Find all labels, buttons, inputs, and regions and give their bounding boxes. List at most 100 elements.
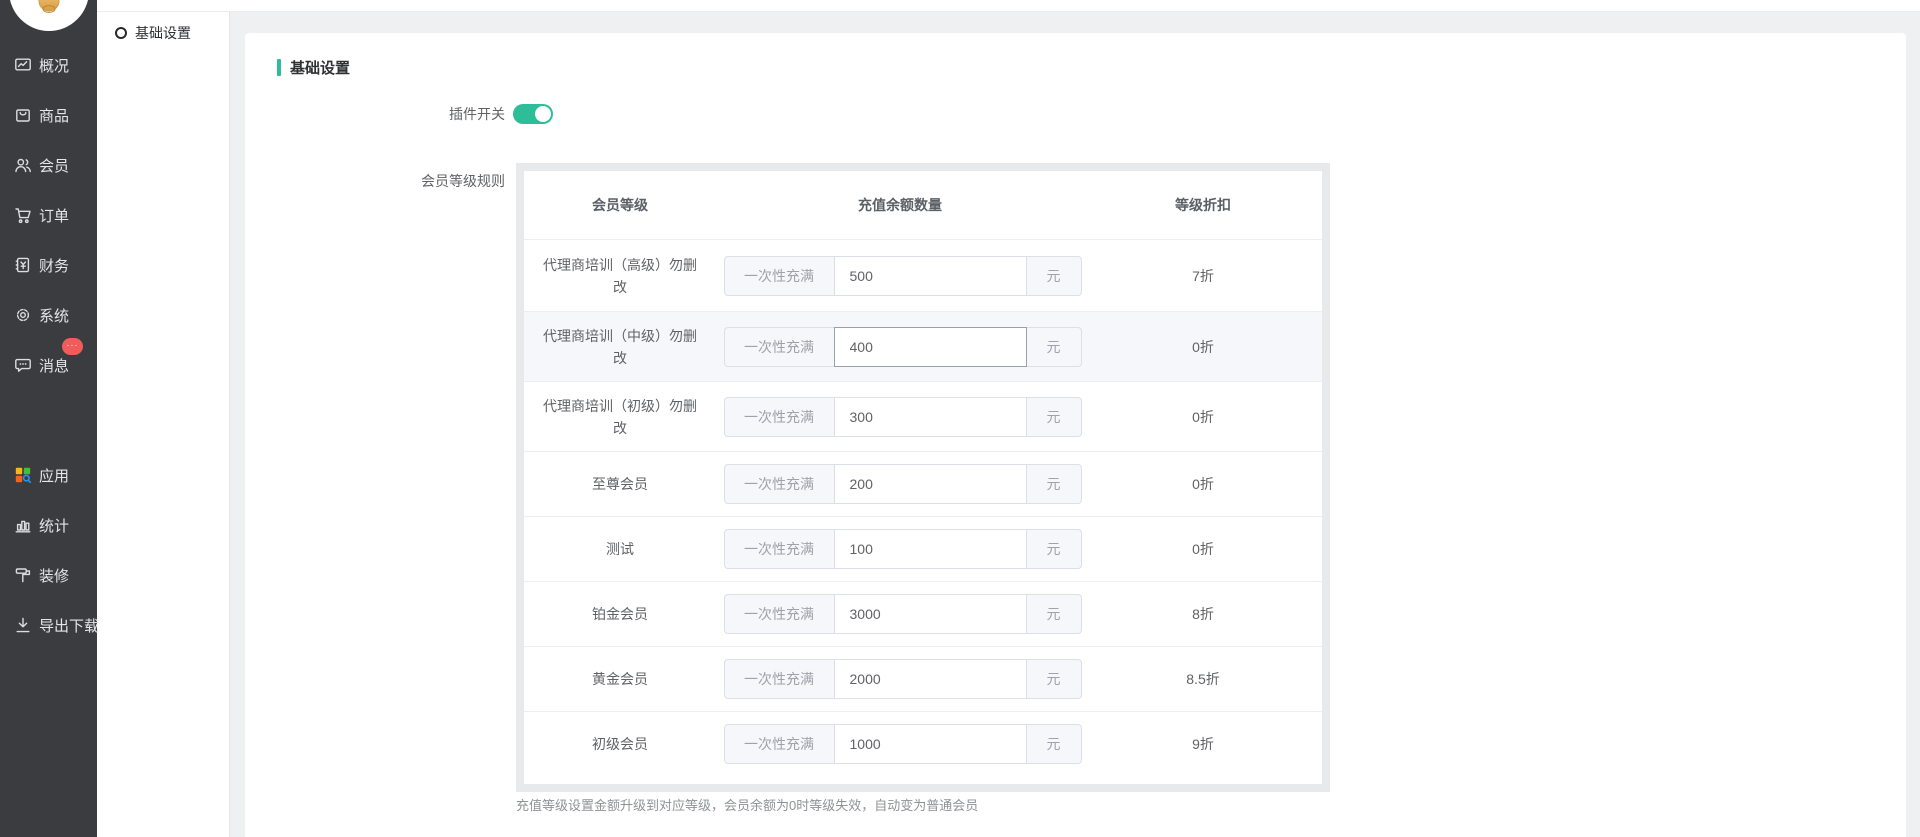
sidebar-item-apps[interactable]: 应用 xyxy=(13,463,69,487)
level-cell: 代理商培训（初级）勿删改 xyxy=(524,382,716,451)
discount-cell: 0折 xyxy=(1084,517,1322,581)
input-append: 元 xyxy=(1027,659,1082,699)
sidebar-item-message[interactable]: 消息··· xyxy=(13,353,69,377)
amount-input-group: 一次性充满 元 xyxy=(724,529,1082,569)
overview-icon xyxy=(13,55,33,75)
sidebar-item-basic-settings[interactable]: 基础设置 xyxy=(115,21,191,45)
sidebar-item-label: 消息 xyxy=(39,355,69,376)
avatar[interactable] xyxy=(9,0,89,31)
amount-input-group: 一次性充满 元 xyxy=(724,724,1082,764)
amount-input-group: 一次性充满 元 xyxy=(724,397,1082,437)
input-prepend: 一次性充满 xyxy=(724,464,834,504)
header-recharge-amount: 充值余额数量 xyxy=(716,171,1084,239)
table-row: 测试 一次性充满 元 0折 xyxy=(524,516,1322,581)
sidebar-item-label: 订单 xyxy=(39,205,69,226)
amount-input[interactable] xyxy=(834,594,1027,634)
header-level-discount: 等级折扣 xyxy=(1084,171,1322,239)
input-prepend: 一次性充满 xyxy=(724,397,834,437)
amount-input[interactable] xyxy=(834,397,1027,437)
amount-input[interactable] xyxy=(834,659,1027,699)
discount-cell: 0折 xyxy=(1084,312,1322,381)
discount-cell: 0折 xyxy=(1084,382,1322,451)
input-append: 元 xyxy=(1027,724,1082,764)
stats-icon xyxy=(13,515,33,535)
level-cell: 初级会员 xyxy=(524,712,716,776)
input-append: 元 xyxy=(1027,327,1082,367)
header-member-level: 会员等级 xyxy=(524,171,716,239)
level-cell: 代理商培训（高级）勿删改 xyxy=(524,240,716,311)
discount-cell: 8.5折 xyxy=(1084,647,1322,711)
top-bar xyxy=(97,0,1920,12)
amount-input-group: 一次性充满 元 xyxy=(724,464,1082,504)
radio-circle-icon xyxy=(115,27,127,39)
main-sidebar: 概况商品会员订单财务系统消息··· 应用统计装修导出下载 xyxy=(0,0,97,837)
level-cell: 铂金会员 xyxy=(524,582,716,646)
amount-input[interactable] xyxy=(834,724,1027,764)
sidebar-item-export[interactable]: 导出下载 xyxy=(13,613,99,637)
amount-input[interactable] xyxy=(834,529,1027,569)
table-row: 代理商培训（中级）勿删改 一次性充满 元 0折 xyxy=(524,311,1322,381)
table-row: 初级会员 一次性充满 元 9折 xyxy=(524,711,1322,776)
discount-cell: 7折 xyxy=(1084,240,1322,311)
level-table-wrapper: 会员等级 充值余额数量 等级折扣 代理商培训（高级）勿删改 一次性充满 元 7折… xyxy=(516,163,1330,792)
goods-icon xyxy=(13,105,33,125)
sidebar-item-member[interactable]: 会员 xyxy=(13,153,69,177)
apps-icon xyxy=(13,465,33,485)
level-table: 会员等级 充值余额数量 等级折扣 代理商培训（高级）勿删改 一次性充满 元 7折… xyxy=(524,171,1322,784)
sidebar-item-system[interactable]: 系统 xyxy=(13,303,69,327)
sidebar-item-overview[interactable]: 概况 xyxy=(13,53,69,77)
sidebar-item-finance[interactable]: 财务 xyxy=(13,253,69,277)
table-body: 代理商培训（高级）勿删改 一次性充满 元 7折 代理商培训（中级）勿删改 一次性… xyxy=(524,239,1322,776)
gear-icon xyxy=(13,305,33,325)
input-prepend: 一次性充满 xyxy=(724,327,834,367)
footer-note: 充值等级设置金额升级到对应等级，会员余额为0时等级失效，自动变为普通会员 xyxy=(516,795,978,814)
content-area: 基础设置 插件开关 会员等级规则 会员等级 充值余额数量 等级折扣 代理商培训（… xyxy=(230,12,1920,837)
sidebar-item-label: 概况 xyxy=(39,55,69,76)
bottle-image xyxy=(36,0,62,21)
sidebar-item-label: 系统 xyxy=(39,305,69,326)
input-append: 元 xyxy=(1027,464,1082,504)
download-icon xyxy=(13,615,33,635)
sidebar-item-label: 应用 xyxy=(39,465,69,486)
cart-icon xyxy=(13,205,33,225)
input-append: 元 xyxy=(1027,594,1082,634)
input-prepend: 一次性充满 xyxy=(724,724,834,764)
amount-input[interactable] xyxy=(834,327,1027,367)
plugin-switch-toggle[interactable] xyxy=(513,104,553,124)
sidebar-item-order[interactable]: 订单 xyxy=(13,203,69,227)
title-accent-bar xyxy=(277,59,281,76)
sidebar-item-decorate[interactable]: 装修 xyxy=(13,563,69,587)
amount-input-group: 一次性充满 元 xyxy=(724,659,1082,699)
paint-roller-icon xyxy=(13,565,33,585)
sidebar-item-stats[interactable]: 统计 xyxy=(13,513,69,537)
sidebar-item-label: 会员 xyxy=(39,155,69,176)
sidebar-item-goods[interactable]: 商品 xyxy=(13,103,69,127)
input-append: 元 xyxy=(1027,529,1082,569)
toggle-knob xyxy=(535,106,551,122)
input-prepend: 一次性充满 xyxy=(724,529,834,569)
plugin-switch-label: 插件开关 xyxy=(245,104,505,124)
table-header-row: 会员等级 充值余额数量 等级折扣 xyxy=(524,171,1322,239)
input-append: 元 xyxy=(1027,256,1082,296)
sidebar-item-label: 导出下载 xyxy=(39,615,99,636)
amount-input[interactable] xyxy=(834,256,1027,296)
finance-icon xyxy=(13,255,33,275)
table-row: 代理商培训（高级）勿删改 一次性充满 元 7折 xyxy=(524,239,1322,311)
discount-cell: 9折 xyxy=(1084,712,1322,776)
sidebar-item-label: 统计 xyxy=(39,515,69,536)
amount-input[interactable] xyxy=(834,464,1027,504)
input-prepend: 一次性充满 xyxy=(724,256,834,296)
input-prepend: 一次性充满 xyxy=(724,659,834,699)
input-append: 元 xyxy=(1027,397,1082,437)
table-row: 代理商培训（初级）勿删改 一次性充满 元 0折 xyxy=(524,381,1322,451)
sidebar-item-label: 商品 xyxy=(39,105,69,126)
amount-input-group: 一次性充满 元 xyxy=(724,327,1082,367)
table-row: 铂金会员 一次性充满 元 8折 xyxy=(524,581,1322,646)
table-row: 黄金会员 一次性充满 元 8.5折 xyxy=(524,646,1322,711)
level-cell: 至尊会员 xyxy=(524,452,716,516)
discount-cell: 8折 xyxy=(1084,582,1322,646)
page-title: 基础设置 xyxy=(290,57,350,78)
input-prepend: 一次性充满 xyxy=(724,594,834,634)
settings-card: 基础设置 插件开关 会员等级规则 会员等级 充值余额数量 等级折扣 代理商培训（… xyxy=(245,33,1906,837)
amount-input-group: 一次性充满 元 xyxy=(724,256,1082,296)
